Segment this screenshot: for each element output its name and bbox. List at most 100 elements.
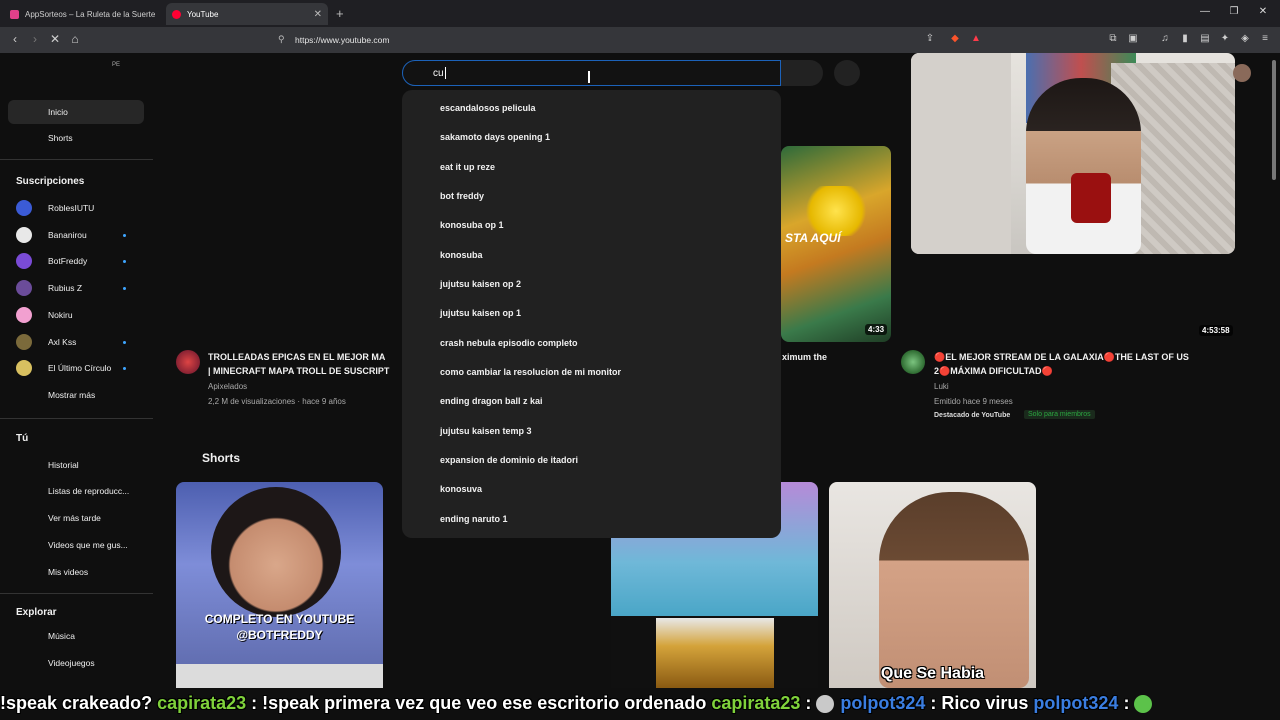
- close-tab-icon[interactable]: ✕: [314, 9, 322, 20]
- new-tab-icon[interactable]: +: [336, 6, 344, 21]
- vpn-icon[interactable]: ◈: [1239, 33, 1251, 45]
- leo-icon[interactable]: ✦: [1219, 33, 1231, 45]
- sidebar-item-music[interactable]: Música: [8, 624, 144, 648]
- thumbnail-art: [1026, 78, 1141, 254]
- video-title-line: 2🔴MÁXIMA DIFICULTAD🔴: [934, 366, 1053, 376]
- sidebar-item-liked-videos[interactable]: Videos que me gus...: [8, 533, 144, 557]
- ticker-username: polpot324: [840, 693, 926, 713]
- suggestion-item[interactable]: ending dragon ball z kai: [440, 394, 543, 408]
- show-more-label: Mostrar más: [48, 390, 96, 400]
- subscription-item[interactable]: RoblesIUTU: [16, 198, 146, 218]
- video-thumbnail-stream[interactable]: [911, 53, 1235, 254]
- short-thumbnail[interactable]: Que Se Habia: [829, 482, 1036, 688]
- menu-icon[interactable]: ≡: [1259, 33, 1271, 45]
- suggestion-item[interactable]: jujutsu kaisen temp 3: [440, 424, 532, 438]
- search-button[interactable]: [781, 60, 823, 86]
- sidebar-item-history[interactable]: Historial: [8, 453, 144, 477]
- minimize-icon[interactable]: —: [1196, 6, 1214, 17]
- suggestion-item[interactable]: expansion de dominio de itadori: [440, 453, 578, 467]
- wallet-icon[interactable]: ▤: [1199, 33, 1211, 45]
- suggestion-item[interactable]: konosuva: [440, 482, 482, 496]
- subscription-name: Axl Kss: [48, 337, 77, 347]
- sidebar-item-watch-later[interactable]: Ver más tarde: [8, 506, 144, 530]
- video-meta: 2,2 M de visualizaciones · hace 9 años: [208, 397, 346, 406]
- browser-toolbar: ‹ › ✕ ⌂ ⚲ https://www.youtube.com ⇪ ◆ ▲ …: [0, 27, 1280, 53]
- site-settings-icon[interactable]: ⚲: [278, 34, 285, 45]
- new-content-dot: [123, 233, 126, 237]
- avatar[interactable]: [176, 350, 200, 374]
- subscriptions-heading[interactable]: Suscripciones: [16, 176, 84, 187]
- avatar[interactable]: [901, 350, 925, 374]
- subscription-item[interactable]: Nokiru: [16, 305, 146, 325]
- sidebar-item-gaming[interactable]: Videojuegos: [8, 651, 144, 675]
- suggestion-item[interactable]: eat it up reze: [440, 160, 495, 174]
- forward-icon[interactable]: ›: [27, 32, 43, 46]
- brave-shields-icon[interactable]: ◆: [949, 33, 961, 45]
- video-title-line: | MINECRAFT MAPA TROLL DE SUSCRIPT: [208, 366, 390, 376]
- close-window-icon[interactable]: ✕: [1254, 6, 1272, 17]
- subscription-item[interactable]: Bananirou: [16, 225, 146, 245]
- subscription-item[interactable]: Rubius Z: [16, 278, 146, 298]
- new-content-dot: [123, 259, 126, 263]
- short-thumbnail[interactable]: COMPLETO EN YOUTUBE @BOTFREDDY: [176, 482, 383, 688]
- sidebar-item-my-videos[interactable]: Mis videos: [8, 560, 144, 584]
- sidebar-item-home[interactable]: Inicio: [8, 100, 144, 124]
- subscription-name: RoblesIUTU: [48, 203, 95, 213]
- suggestion-item[interactable]: crash nebula episodio completo: [440, 336, 578, 350]
- you-heading[interactable]: Tú: [16, 433, 28, 444]
- video-thumbnail-dragonball[interactable]: STA AQUÍ 4:33: [781, 146, 891, 342]
- sidebar-toggle-icon[interactable]: ▣: [1127, 33, 1139, 45]
- new-content-dot: [123, 286, 126, 290]
- suggestion-item[interactable]: bot freddy: [440, 189, 484, 203]
- video-title[interactable]: TROLLEADAS EPICAS EN EL MEJOR MA | MINEC…: [208, 350, 403, 378]
- sidebar-item-label: Historial: [48, 460, 79, 470]
- suggestion-item[interactable]: escandalosos pelicula: [440, 101, 536, 115]
- brave-rewards-icon[interactable]: ▲: [970, 33, 982, 45]
- back-icon[interactable]: ‹: [7, 32, 23, 46]
- subscription-item[interactable]: El Último Círculo: [16, 358, 146, 378]
- reading-list-icon[interactable]: ▮: [1179, 33, 1191, 45]
- short-caption: COMPLETO EN YOUTUBE: [204, 612, 355, 626]
- thumbnail-art: [801, 186, 871, 236]
- shorts-heading: Shorts: [202, 451, 241, 465]
- suggestion-item[interactable]: como cambiar la resolucion de mi monitor: [440, 365, 621, 379]
- tab-youtube[interactable]: YouTube ✕: [166, 3, 328, 25]
- tab-appsorteos[interactable]: AppSorteos – La Ruleta de la Suerte: [4, 3, 166, 25]
- suggestion-item[interactable]: sakamoto days opening 1: [440, 130, 550, 144]
- subscription-item[interactable]: Axl Kss: [16, 332, 146, 352]
- media-icon[interactable]: ♫: [1159, 33, 1171, 45]
- video-duration: 4:53:58: [1199, 325, 1233, 336]
- extensions-icon[interactable]: ⧉: [1107, 33, 1119, 45]
- ticker-username: polpot324: [1033, 693, 1119, 713]
- share-icon[interactable]: ⇪: [924, 33, 936, 45]
- home-icon[interactable]: ⌂: [67, 32, 83, 46]
- suggestion-item[interactable]: jujutsu kaisen op 1: [440, 306, 521, 320]
- search-input[interactable]: cu: [402, 60, 781, 86]
- thumbnail-art: [656, 618, 774, 688]
- suggestion-item[interactable]: konosuba op 1: [440, 218, 504, 232]
- account-avatar[interactable]: [1233, 64, 1251, 82]
- maximize-icon[interactable]: ❐: [1225, 6, 1243, 17]
- suggestion-item[interactable]: jujutsu kaisen op 2: [440, 277, 521, 291]
- sidebar-item-label: Mis videos: [48, 567, 89, 577]
- video-title[interactable]: ximum the: [782, 350, 827, 364]
- avatar: [16, 200, 32, 216]
- channel-name[interactable]: Luki: [934, 382, 949, 391]
- show-more-button[interactable]: Mostrar más: [8, 383, 144, 407]
- video-title[interactable]: 🔴EL MEJOR STREAM DE LA GALAXIA🔴THE LAST …: [934, 350, 1234, 378]
- suggestion-item[interactable]: konosuba: [440, 248, 483, 262]
- subscription-item[interactable]: BotFreddy: [16, 251, 146, 271]
- subscription-name: Bananirou: [48, 230, 87, 240]
- url-text: https://www.youtube.com: [295, 35, 390, 45]
- sidebar-item-shorts[interactable]: Shorts: [8, 126, 144, 150]
- suggestion-item[interactable]: ending naruto 1: [440, 512, 508, 526]
- sidebar-item-playlists[interactable]: Listas de reproducc...: [8, 479, 144, 503]
- address-bar[interactable]: ⚲ https://www.youtube.com: [270, 30, 990, 50]
- avatar: [16, 360, 32, 376]
- channel-name[interactable]: Apixelados: [208, 382, 247, 391]
- page-scrollbar[interactable]: [1272, 60, 1276, 180]
- new-content-dot: [123, 366, 126, 370]
- subscription-name: Rubius Z: [48, 283, 83, 293]
- voice-search-button[interactable]: [834, 60, 860, 86]
- stop-loading-icon[interactable]: ✕: [47, 32, 63, 46]
